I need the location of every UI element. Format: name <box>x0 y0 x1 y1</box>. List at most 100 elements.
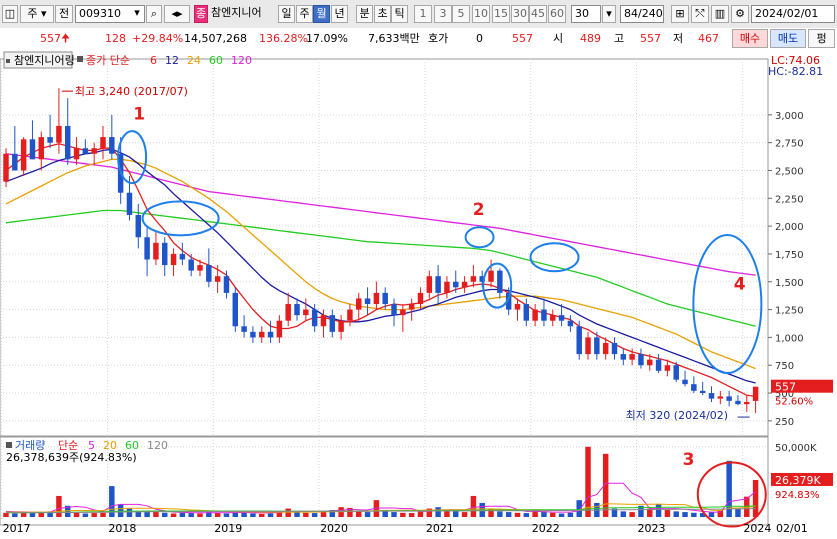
candle-body <box>699 390 706 394</box>
high-label: 고 <box>614 32 625 45</box>
prev-button[interactable]: 전 <box>55 5 73 23</box>
interval-dropdown-icon[interactable]: ▾ <box>602 5 616 23</box>
volume-ratio: 136.28% <box>259 32 308 45</box>
x-tick-label: 2021 <box>426 522 454 535</box>
volume-bar <box>655 504 662 517</box>
candle-body <box>647 359 653 366</box>
x-tick-label: 2024 <box>743 522 771 535</box>
candle-body <box>303 309 309 316</box>
search-icon: ⌕ <box>150 7 158 20</box>
x-tick-label: 02/01 <box>776 522 808 535</box>
stock-name-label: 참엔지니어 <box>211 6 262 19</box>
volume-bar <box>162 512 168 517</box>
candle-body <box>594 337 600 355</box>
period-button-0[interactable]: 일 <box>278 5 295 23</box>
extra-button[interactable]: 펑 <box>808 29 835 48</box>
price-tick-label: 2,000 <box>775 222 804 233</box>
candle-body <box>417 292 424 305</box>
interval-button-4[interactable]: 15 <box>492 5 510 23</box>
volume-bar <box>558 513 565 517</box>
candle-body <box>682 379 688 385</box>
price-change: 128 <box>105 32 126 45</box>
volume-bar <box>550 512 556 517</box>
hc-stat: HC:-82.81 <box>768 65 823 78</box>
x-tick-label: 2020 <box>320 522 348 535</box>
candle-body <box>162 242 168 266</box>
candle-body <box>241 326 247 332</box>
candle-body <box>532 309 538 321</box>
stock-code-dropdown-icon[interactable]: ▾ <box>130 5 144 23</box>
volume-bar <box>470 495 477 517</box>
period-button-3[interactable]: 년 <box>331 5 348 23</box>
volume-bar <box>3 512 9 517</box>
candle-body <box>100 137 106 149</box>
settings-button[interactable]: ⚙ <box>731 5 749 23</box>
buy-button[interactable]: 매수 <box>732 29 768 48</box>
candle-body <box>585 337 591 355</box>
candle-body <box>259 331 265 338</box>
period-button-6[interactable]: 틱 <box>391 5 408 23</box>
candle-body <box>408 304 415 310</box>
candle-body <box>214 276 221 282</box>
price-tick-label: 750 <box>775 361 794 372</box>
ma-legend-period: 60 <box>209 54 223 67</box>
candle-body <box>47 137 53 143</box>
date-input[interactable]: 2024/02/01 <box>751 5 835 23</box>
volume-summary: 26,378,639주(924.83%) <box>6 451 137 464</box>
chart-style-button[interactable]: ⤲ <box>691 5 709 23</box>
low-value: 467 <box>698 32 719 45</box>
search-button[interactable]: ⌕ <box>146 5 162 23</box>
interval-input[interactable]: 30 <box>571 5 601 23</box>
panel-toggle-button[interactable]: ◫ <box>2 5 18 23</box>
interval-button-2[interactable]: 5 <box>452 5 470 23</box>
bar-chart-button[interactable]: ▥ <box>711 5 729 23</box>
period-button-4[interactable]: 분 <box>356 5 373 23</box>
volume-bar <box>523 513 530 517</box>
gear-icon: ⚙ <box>735 7 745 20</box>
volume-bar <box>188 513 194 517</box>
volume-bar <box>285 508 291 517</box>
candle-body <box>541 309 547 321</box>
candle-body <box>170 253 177 266</box>
candle-body <box>461 281 468 288</box>
x-tick-label: 2019 <box>214 522 242 535</box>
x-tick-label: 2022 <box>532 522 560 535</box>
volume-bar <box>250 513 256 517</box>
period-button-5[interactable]: 초 <box>374 5 391 23</box>
interval-button-1[interactable]: 3 <box>434 5 452 23</box>
speaker-icon: ◂▸ <box>171 7 183 20</box>
interval-button-6[interactable]: 45 <box>529 5 547 23</box>
candle-body <box>576 326 582 355</box>
period-button-2[interactable]: 월 <box>313 5 330 23</box>
interval-button-0[interactable]: 1 <box>414 5 432 23</box>
grid-tool-button[interactable]: ⊞ <box>671 5 689 23</box>
interval-button-3[interactable]: 10 <box>472 5 490 23</box>
candle-body <box>638 354 644 366</box>
candle-body <box>744 401 750 405</box>
candle-body <box>135 214 142 238</box>
sell-button[interactable]: 매도 <box>770 29 806 48</box>
x-tick-label: 2023 <box>638 522 666 535</box>
period-prefix-select[interactable]: 주 ▾ <box>20 5 54 23</box>
count-input[interactable]: 84/240 <box>620 5 664 23</box>
volume-bar <box>408 513 415 517</box>
interval-button-7[interactable]: 60 <box>548 5 566 23</box>
candle-body <box>232 292 239 327</box>
hoga-value: 0 <box>476 32 483 45</box>
candle-body <box>629 354 635 360</box>
volume-legend-period: 120 <box>147 439 168 452</box>
candle-body <box>188 259 194 271</box>
toolbar: ◫ 주 ▾ 전 009310 ▾ ⌕ ◂▸ 종 참엔지니어 일주월년분초틱 13… <box>0 0 837 29</box>
ma-legend-period: 120 <box>231 54 252 67</box>
stock-type-badge: 종 <box>194 5 208 23</box>
period-button-1[interactable]: 주 <box>296 5 313 23</box>
interval-button-5[interactable]: 30 <box>511 5 529 23</box>
candle-body <box>673 365 679 380</box>
volume-bar <box>179 512 186 517</box>
count-value: 84 <box>624 7 638 20</box>
annotation-number: 3 <box>683 450 695 470</box>
candle-body <box>752 386 759 401</box>
speaker-button[interactable]: ◂▸ <box>164 5 190 23</box>
ma-legend-label: 종가 단순 <box>86 54 130 67</box>
high-value: 557 <box>640 32 661 45</box>
